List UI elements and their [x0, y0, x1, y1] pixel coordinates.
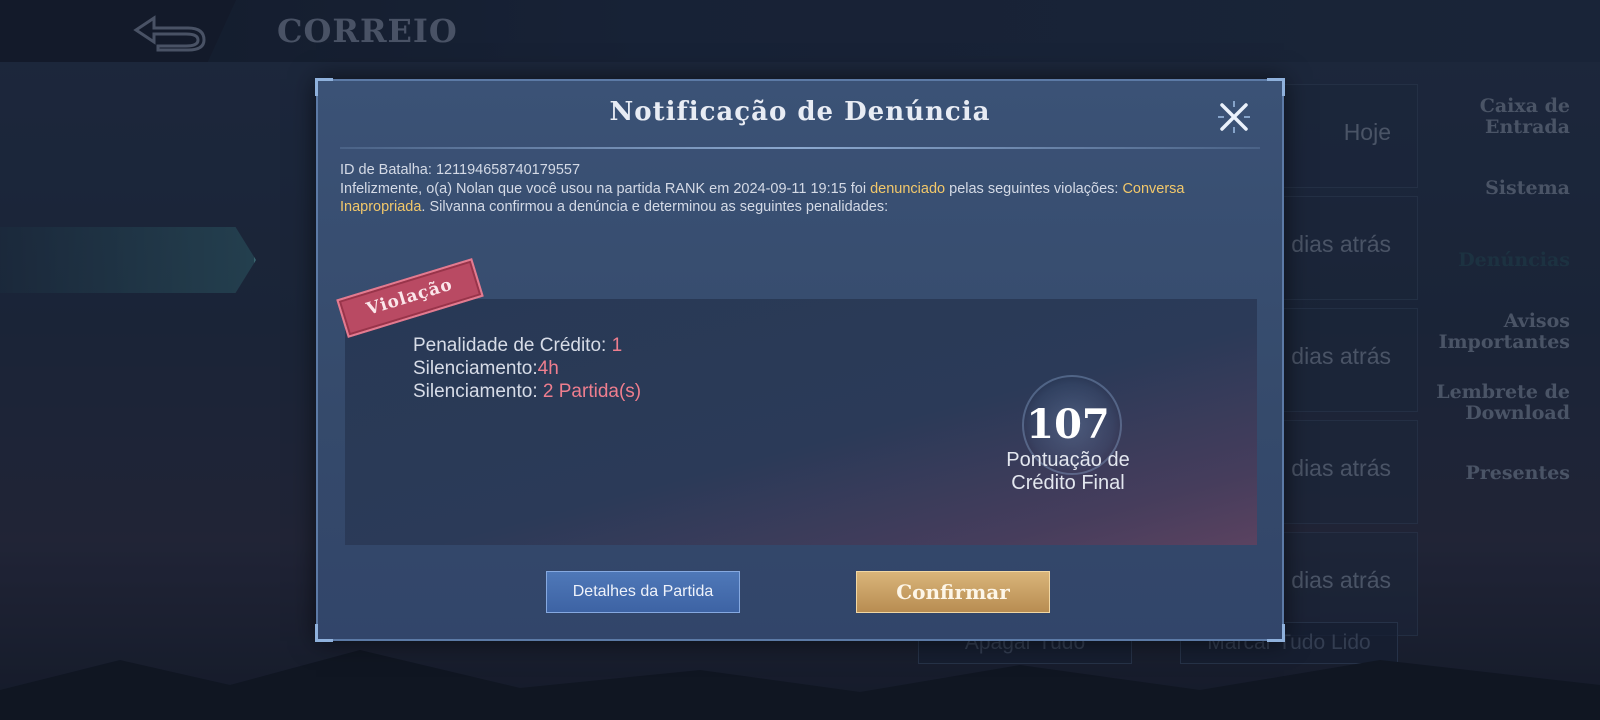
penalty-list: Penalidade de Crédito: 1 Silenciamento:4…: [413, 334, 641, 403]
penalty-label: Penalidade de Crédito:: [413, 335, 612, 356]
title-divider: [340, 147, 1260, 149]
battle-id-label: ID de Batalha:: [340, 162, 432, 178]
report-notification-dialog: Notificação de Denúncia ID de Batalha: 1…: [315, 78, 1285, 642]
penalty-item: Silenciamento:4h: [413, 357, 641, 380]
message-text: pelas seguintes violações:: [945, 180, 1123, 197]
highlight-reported: denunciado: [870, 180, 946, 197]
score-label-line: Pontuação de: [1006, 449, 1130, 471]
penalty-item: Penalidade de Crédito: 1: [413, 334, 641, 357]
message-text: Infelizmente, o(a) Nolan que você usou n…: [340, 180, 871, 197]
score-label-line: Crédito Final: [1011, 472, 1125, 494]
score-value: 107: [1026, 401, 1110, 448]
penalty-label: Silenciamento:: [413, 358, 538, 379]
corner-ornament: [1267, 78, 1285, 96]
corner-ornament: [315, 78, 333, 96]
close-button[interactable]: [1216, 99, 1252, 135]
penalty-value: 1: [611, 335, 623, 356]
corner-ornament: [315, 624, 333, 642]
penalty-value: 2 Partida(s): [542, 381, 642, 402]
dialog-title: Notificação de Denúncia: [609, 97, 991, 127]
corner-ornament: [1267, 624, 1285, 642]
penalty-item: Silenciamento: 2 Partida(s): [413, 380, 641, 403]
match-details-button[interactable]: Detalhes da Partida: [546, 571, 740, 613]
penalty-value: 4h: [537, 358, 559, 379]
battle-id-line: ID de Batalha: 121194658740179557: [340, 161, 1240, 180]
battle-id-value: 121194658740179557: [435, 162, 581, 178]
message-text: . Silvanna confirmou a denúncia e determ…: [421, 199, 889, 215]
report-body: Infelizmente, o(a) Nolan que você usou n…: [340, 180, 1240, 217]
close-icon: [1218, 101, 1250, 133]
report-message: ID de Batalha: 121194658740179557 Infeli…: [340, 161, 1240, 217]
penalty-label: Silenciamento:: [413, 381, 543, 402]
score-label: Pontuação de Crédito Final: [968, 449, 1168, 495]
confirm-button[interactable]: Confirmar: [856, 571, 1050, 613]
